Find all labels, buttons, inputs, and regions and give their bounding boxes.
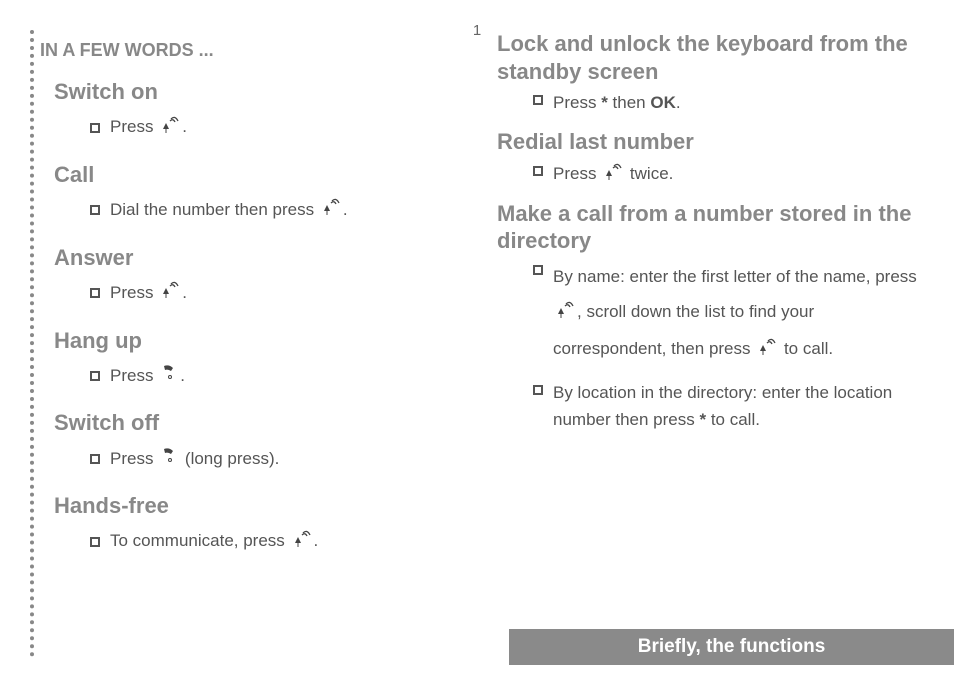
call-key-icon [555, 295, 575, 331]
page-number: 1 [473, 22, 481, 39]
bullet-icon [533, 265, 543, 275]
item-text: Press . [110, 283, 187, 302]
right-column: Lock and unlock the keyboard from the st… [497, 20, 934, 576]
left-column: IN A FEW WORDS ... Switch on Press . Cal… [30, 20, 467, 576]
call-key-icon [160, 277, 180, 309]
page-title: IN A FEW WORDS ... [40, 40, 467, 61]
footer-bar: Briefly, the functions [509, 629, 954, 665]
item-text: Press . [110, 117, 187, 136]
page-content: IN A FEW WORDS ... Switch on Press . Cal… [0, 0, 954, 596]
heading-switch-on: Switch on [54, 79, 467, 105]
item-lock: Press * then OK. [533, 89, 934, 116]
bullet-icon [533, 95, 543, 105]
bullet-icon [90, 371, 100, 381]
call-key-icon [321, 194, 341, 226]
call-key-icon [292, 526, 312, 558]
item-hands-free: To communicate, press . [90, 525, 467, 558]
item-redial: Press twice. [533, 160, 934, 188]
item-text: By name: enter the first letter of the n… [553, 259, 923, 367]
bullet-icon [90, 454, 100, 464]
item-switch-off: Press (long press). [90, 442, 467, 475]
hangup-key-icon [160, 360, 178, 392]
item-directory-by-location: By location in the directory: enter the … [533, 379, 934, 433]
heading-directory: Make a call from a number stored in the … [497, 200, 934, 255]
item-directory-by-name: By name: enter the first letter of the n… [533, 259, 934, 367]
heading-switch-off: Switch off [54, 410, 467, 436]
item-text: Press . [110, 366, 185, 385]
item-text: By location in the directory: enter the … [553, 379, 923, 433]
item-text: Dial the number then press . [110, 200, 348, 219]
call-key-icon [160, 112, 180, 144]
heading-call: Call [54, 162, 467, 188]
heading-redial: Redial last number [497, 128, 934, 156]
item-switch-on: Press . [90, 111, 467, 144]
bullet-icon [90, 205, 100, 215]
ok-key: OK [650, 93, 676, 112]
heading-hang-up: Hang up [54, 328, 467, 354]
heading-lock: Lock and unlock the keyboard from the st… [497, 30, 934, 85]
bullet-icon [90, 288, 100, 298]
bullet-icon [533, 166, 543, 176]
bullet-icon [90, 537, 100, 547]
bullet-icon [533, 385, 543, 395]
call-key-icon [757, 332, 777, 368]
item-hang-up: Press . [90, 360, 467, 393]
dotted-left-border [30, 30, 34, 657]
item-text: Press twice. [553, 160, 923, 188]
call-key-icon [603, 161, 623, 188]
star-key: * [601, 93, 608, 112]
heading-hands-free: Hands-free [54, 493, 467, 519]
item-answer: Press . [90, 277, 467, 310]
item-text: To communicate, press . [110, 531, 318, 550]
item-call: Dial the number then press . [90, 194, 467, 227]
hangup-key-icon [160, 443, 178, 475]
item-text: Press * then OK. [553, 89, 923, 116]
heading-answer: Answer [54, 245, 467, 271]
bullet-icon [90, 123, 100, 133]
item-text: Press (long press). [110, 449, 279, 468]
